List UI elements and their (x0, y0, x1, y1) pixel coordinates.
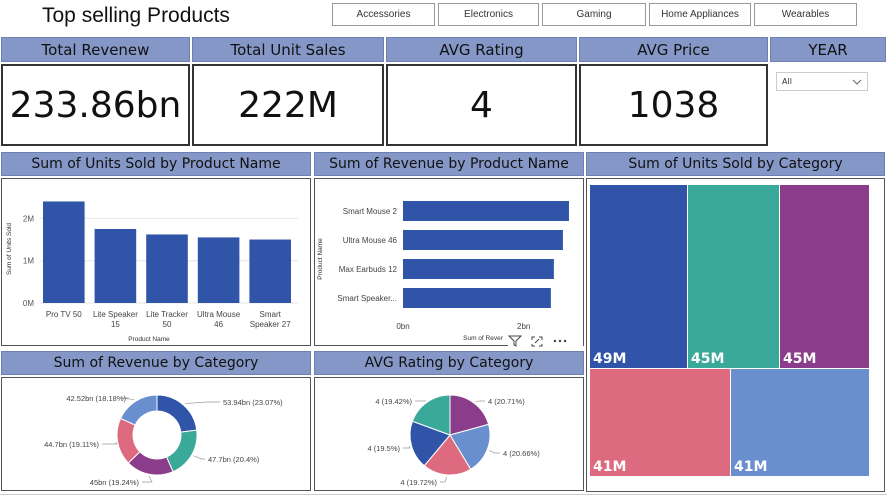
y-tick-label: Smart Mouse 2 (343, 207, 398, 216)
x-axis-title: Sum of Rever (463, 335, 504, 342)
slicer-wearables[interactable]: Wearables (754, 3, 857, 26)
rating-by-category-svg: 4 (20.71%) 4 (20.66%) 4 (19.72%) 4 (19.5%) 4… (367, 394, 540, 487)
kpi-avg-rating-label: AVG Rating (386, 37, 577, 62)
leader-line (488, 450, 500, 454)
slice-label: 4 (19.72%) (400, 478, 437, 487)
more-options-icon[interactable] (552, 335, 568, 347)
x-tick-label: 0bn (396, 322, 409, 331)
x-tick-label: 15 (111, 320, 120, 329)
kpi-total-revenue-value: 233.86bn (1, 64, 190, 146)
x-tick-label: Lite Tracker (146, 310, 188, 319)
slice-label: 42.52bn (18.18%) (66, 394, 126, 403)
kpi-total-unit-sales-label: Total Unit Sales (192, 37, 384, 62)
leader-line (184, 401, 220, 404)
leader-line (403, 445, 411, 449)
y-tick-label: 0M (23, 299, 34, 308)
pie-slice (119, 394, 158, 426)
y-tick-label: Smart Speaker... (337, 294, 397, 303)
kpi-avg-price-value: 1038 (579, 64, 768, 146)
bar (403, 230, 563, 250)
y-tick-label: 1M (23, 257, 34, 266)
slicer-electronics[interactable]: Electronics (438, 3, 539, 26)
x-tick-label: 46 (214, 320, 223, 329)
bar (403, 201, 569, 221)
visual-header-toolbar (508, 333, 583, 349)
revenue-by-category-chart[interactable]: 53.94bn (23.07%) 47.7bn (20.4%) 45bn (19.2… (1, 377, 311, 491)
rating-by-category-chart[interactable]: 4 (20.71%) 4 (20.66%) 4 (19.72%) 4 (19.5%) 4… (314, 377, 584, 491)
units-by-product-chart[interactable]: 0M 1M 2M Pro TV 50 Lite Speaker 15 Lite Tracke… (1, 178, 311, 346)
revenue-by-product-chart[interactable]: Smart Mouse 2 Ultra Mouse 46 Max Earbuds 1… (314, 178, 584, 346)
y-axis-title: Product Name (317, 238, 324, 280)
slice-label: 45bn (19.24%) (90, 478, 140, 487)
y-tick-label: 2M (23, 214, 34, 223)
treemap-cell-2[interactable]: 45M (688, 185, 779, 368)
revenue-by-product-title: Sum of Revenue by Product Name (314, 152, 584, 176)
revenue-by-category-title: Sum of Revenue by Category (1, 351, 311, 375)
units-by-product-title: Sum of Units Sold by Product Name (1, 152, 311, 176)
kpi-total-unit-sales-value: 222M (192, 64, 384, 146)
status-strip (0, 494, 887, 503)
slicer-gaming[interactable]: Gaming (542, 3, 646, 26)
slice-label: 4 (19.5%) (367, 444, 400, 453)
slice-label: 53.94bn (23.07%) (223, 398, 283, 407)
kpi-avg-price-label: AVG Price (579, 37, 768, 62)
page-title: Top selling Products (42, 4, 230, 27)
units-by-category-chart[interactable]: 49M 45M 45M 41M 41M (586, 178, 885, 492)
treemap-cell-5[interactable]: 41M (731, 369, 869, 476)
slice-label: 44.7bn (19.11%) (44, 440, 99, 449)
x-tick-label: 50 (163, 320, 172, 329)
revenue-by-category-svg: 53.94bn (23.07%) 47.7bn (20.4%) 45bn (19.2… (44, 394, 283, 487)
units-by-category-title: Sum of Units Sold by Category (586, 152, 885, 176)
slicer-home-appliances[interactable]: Home Appliances (649, 3, 751, 26)
y-axis-title: Sum of Units Sold (6, 223, 13, 275)
revenue-by-product-svg: Smart Mouse 2 Ultra Mouse 46 Max Earbuds 1… (317, 201, 569, 342)
year-selected-value: All (782, 77, 792, 86)
leader-line (193, 455, 205, 460)
bar (43, 201, 85, 303)
filter-icon[interactable] (508, 335, 522, 347)
rating-by-category-title: AVG Rating by Category (314, 351, 584, 375)
slicer-accessories[interactable]: Accessories (332, 3, 435, 26)
slice-label: 4 (19.42%) (375, 397, 412, 406)
slice-label: 4 (20.66%) (503, 449, 540, 458)
x-axis-title: Product Name (128, 336, 170, 343)
bar (249, 239, 291, 303)
leader-line (102, 441, 118, 445)
x-tick-label: Pro TV 50 (46, 310, 82, 319)
bar (146, 234, 188, 303)
bar (403, 259, 554, 279)
pie-slice (165, 429, 198, 473)
pie-slice (156, 394, 198, 433)
leader-line (475, 400, 485, 402)
treemap-cell-4[interactable]: 41M (590, 369, 730, 476)
x-tick-label: 2bn (517, 322, 530, 331)
y-tick-label: Max Earbuds 12 (339, 265, 398, 274)
kpi-avg-rating-value: 4 (386, 64, 577, 146)
year-dropdown[interactable]: All (776, 72, 868, 91)
slice-label: 4 (20.71%) (488, 397, 525, 406)
bar (197, 237, 240, 303)
y-tick-label: Ultra Mouse 46 (343, 236, 398, 245)
leader-line (440, 476, 448, 483)
treemap-cell-3[interactable]: 45M (780, 185, 869, 368)
kpi-total-revenue-label: Total Revenew (1, 37, 190, 62)
bar (94, 228, 137, 303)
focus-mode-icon[interactable] (530, 335, 544, 347)
year-slicer-label: YEAR (770, 37, 886, 62)
leader-line (142, 476, 153, 483)
units-by-product-svg: 0M 1M 2M Pro TV 50 Lite Speaker15 Lite Tracke… (6, 201, 298, 343)
chevron-down-icon (852, 79, 862, 85)
x-tick-label: Smart (260, 310, 282, 319)
slice-label: 47.7bn (20.4%) (208, 455, 260, 464)
x-tick-label: Ultra Mouse (197, 310, 241, 319)
x-tick-label: Lite Speaker (93, 310, 138, 319)
bar (403, 288, 551, 308)
x-tick-label: Speaker 27 (250, 320, 291, 329)
treemap-cell-1[interactable]: 49M (590, 185, 687, 368)
